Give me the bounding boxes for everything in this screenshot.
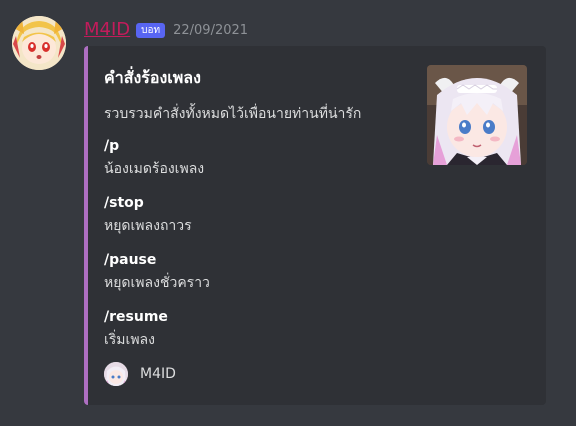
embed-description: รวบรวมคำสั่งทั้งหมดไว้เพื่อนายท่านที่น่า… [104,106,362,122]
message-embed: คำสั่งร้องเพลง รวบรวมคำสั่งทั้งหมดไว้เพื… [84,46,546,405]
embed-field: /pause หยุดเพลงชั่วคราว [104,250,210,293]
embed-footer-text: M4ID [140,366,176,382]
message-timestamp[interactable]: 22/09/2021 [173,23,248,38]
embed-field-value: หยุดเพลงชั่วคราว [104,275,210,291]
embed-field-value: เริ่มเพลง [104,332,155,348]
embed-field-name: /p [104,138,120,154]
embed-field-name: /resume [104,309,168,325]
author-avatar-icon[interactable] [12,16,66,70]
embed-field: /resume เริ่มเพลง [104,307,168,350]
bot-tag-badge: บอท [136,22,166,38]
embed-field: /p น้องเมดร้องเพลง [104,136,204,179]
footer-avatar-icon [104,362,128,386]
embed-footer: M4ID [104,362,176,386]
message-header: M4ID บอท 22/09/2021 [84,16,248,44]
embed-thumbnail-image[interactable] [427,65,527,165]
embed-field-value: น้องเมดร้องเพลง [104,161,205,177]
author-username[interactable]: M4ID [84,21,130,39]
chat-message: M4ID บอท 22/09/2021 คำสั่งร้องเพลง รวบรว… [0,0,576,426]
embed-field-name: /stop [104,195,144,211]
embed-field-name: /pause [104,252,157,268]
embed-field-value: หยุดเพลงถาวร [104,218,192,234]
embed-field: /stop หยุดเพลงถาวร [104,193,192,236]
embed-title: คำสั่งร้องเพลง [104,68,201,87]
